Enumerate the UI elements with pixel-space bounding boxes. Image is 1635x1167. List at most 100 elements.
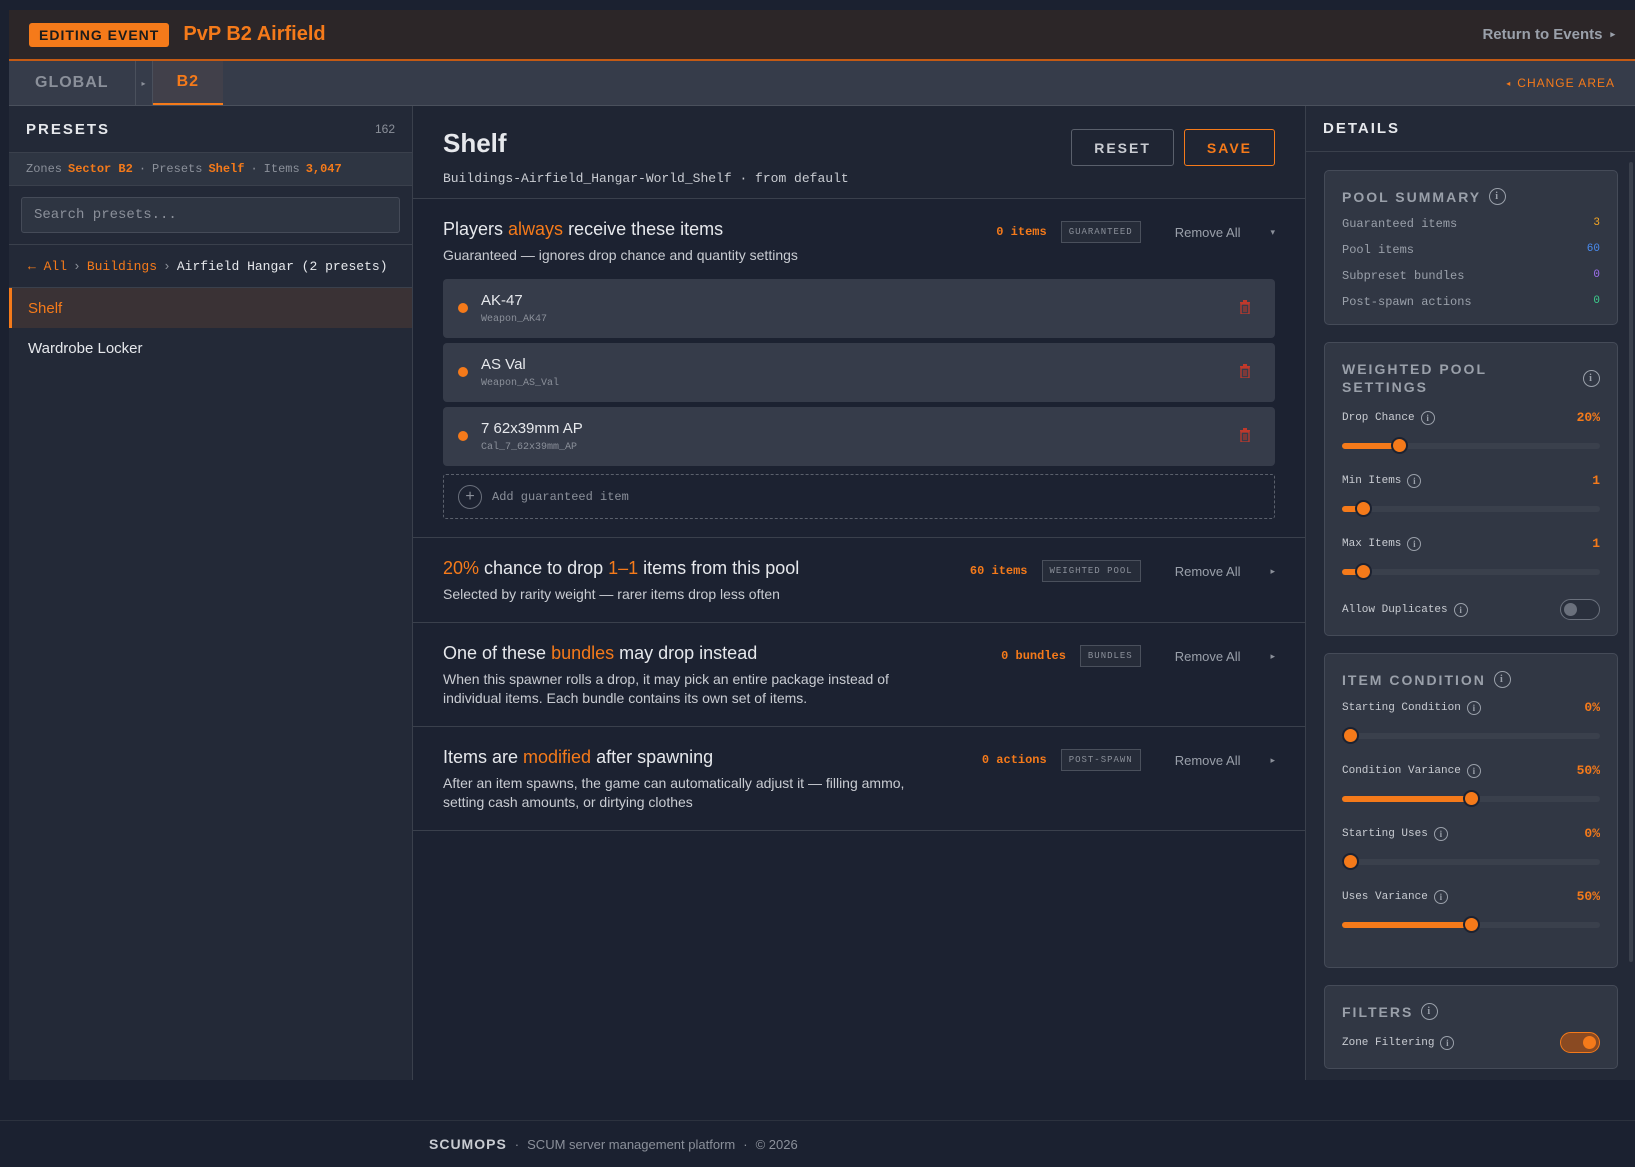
main-columns: PRESETS 162 Zones Sector B2 · Presets Sh…: [9, 106, 1635, 1080]
info-icon[interactable]: i: [1407, 536, 1422, 551]
chevron-right-icon[interactable]: ▸: [1270, 651, 1275, 662]
presets-header: PRESETS 162: [9, 106, 412, 152]
chevron-right-icon[interactable]: ▸: [1270, 566, 1275, 577]
details-scrollbar[interactable]: [1629, 162, 1633, 962]
reset-button[interactable]: RESET: [1071, 129, 1174, 166]
min-items-value: 1: [1592, 473, 1600, 488]
info-icon[interactable]: i: [1466, 700, 1481, 715]
return-to-events-link[interactable]: Return to Events ▸: [1482, 26, 1615, 43]
guaranteed-item[interactable]: AS Val Weapon_AS_Val: [443, 343, 1275, 402]
event-title: PvP B2 Airfield: [183, 23, 326, 45]
allow-duplicates-toggle[interactable]: [1560, 599, 1600, 620]
title-part: Players: [443, 219, 509, 239]
bundles-controls: 0 bundles BUNDLES Remove All ▸: [1001, 645, 1275, 667]
trash-icon[interactable]: [1239, 300, 1251, 314]
starting-uses-value: 0%: [1584, 826, 1600, 841]
slider-handle[interactable]: [1341, 853, 1359, 870]
item-dot-icon: [458, 367, 468, 377]
drop-chance-slider[interactable]: [1342, 437, 1600, 454]
condition-variance-value: 50%: [1576, 763, 1600, 778]
guaranteed-remove-all-button[interactable]: Remove All: [1175, 225, 1241, 240]
footer-brand: SCUMOPS: [429, 1136, 507, 1152]
footer-copyright: © 2026: [755, 1136, 798, 1152]
info-icon[interactable]: i: [1440, 1035, 1455, 1050]
info-icon[interactable]: i: [1421, 1003, 1439, 1020]
filters-card: FILTERS i Zone Filtering i: [1324, 985, 1618, 1069]
preset-item-wardrobe-locker[interactable]: Wardrobe Locker: [9, 328, 412, 368]
breadcrumb-separator: ›: [163, 258, 171, 274]
slider-handle[interactable]: [1463, 916, 1480, 933]
post-spawn-section[interactable]: Items are modified after spawning After …: [413, 727, 1305, 831]
pool-remove-all-button[interactable]: Remove All: [1175, 564, 1241, 579]
postspawn-tag: POST-SPAWN: [1060, 749, 1141, 771]
title-part: after spawning: [591, 747, 714, 767]
max-items-value: 1: [1592, 536, 1600, 551]
info-icon[interactable]: i: [1583, 369, 1600, 387]
uses-variance-value: 50%: [1576, 889, 1600, 904]
info-icon[interactable]: i: [1407, 473, 1422, 488]
summary-row: Post-spawn actions 0: [1342, 295, 1600, 309]
guaranteed-item[interactable]: AK-47 Weapon_AK47: [443, 279, 1275, 338]
breadcrumb-buildings-link[interactable]: Buildings: [87, 259, 157, 274]
title-part: Items are: [443, 747, 524, 767]
change-area-label: CHANGE AREA: [1517, 76, 1615, 90]
starting-uses-slider[interactable]: [1341, 853, 1600, 870]
slider-handle[interactable]: [1354, 500, 1372, 517]
allow-duplicates-row: Allow Duplicates i: [1342, 599, 1600, 620]
zone-filtering-toggle[interactable]: [1560, 1032, 1600, 1053]
details-panel: DETAILS POOL SUMMARY i Guaranteed items 3…: [1306, 106, 1635, 1080]
top-bar: EDITING EVENT PvP B2 Airfield Return to …: [9, 10, 1635, 61]
zone-filtering-row: Zone Filtering i: [1342, 1032, 1600, 1053]
area-tab-b2[interactable]: B2: [152, 61, 224, 105]
add-guaranteed-item-button[interactable]: + Add guaranteed item: [443, 474, 1275, 519]
weighted-pool-section[interactable]: 20% chance to drop 1–1 items from this p…: [413, 538, 1305, 623]
info-icon[interactable]: i: [1420, 410, 1435, 425]
uses-variance-slider[interactable]: [1342, 916, 1600, 933]
summary-row: Subpreset bundles 0: [1342, 269, 1600, 283]
editing-event-badge: EDITING EVENT: [29, 22, 170, 47]
trash-icon[interactable]: [1239, 428, 1251, 442]
starting-condition-slider[interactable]: [1341, 727, 1600, 744]
bundles-remove-all-button[interactable]: Remove All: [1175, 649, 1241, 664]
bundles-count: 0 bundles: [1001, 649, 1066, 663]
bundles-section[interactable]: One of these bundles may drop instead Wh…: [413, 623, 1305, 727]
return-to-events-label: Return to Events: [1482, 26, 1603, 43]
info-icon[interactable]: i: [1466, 763, 1481, 778]
max-items-slider[interactable]: [1342, 563, 1600, 580]
postspawn-remove-all-button[interactable]: Remove All: [1175, 753, 1241, 768]
guaranteed-item[interactable]: 7 62x39mm AP Cal_7_62x39mm_AP: [443, 407, 1275, 466]
card-title-text: WEIGHTED POOL SETTINGS: [1342, 361, 1487, 395]
setting-label: Starting Condition: [1342, 701, 1461, 714]
min-items-slider[interactable]: [1342, 500, 1600, 517]
preset-label: Shelf: [28, 299, 63, 317]
info-icon[interactable]: i: [1489, 188, 1507, 205]
search-presets-input[interactable]: [21, 197, 400, 233]
chevron-down-icon[interactable]: ▾: [1270, 227, 1275, 238]
chevron-right-icon[interactable]: ▸: [1270, 755, 1275, 766]
condition-variance-slider[interactable]: [1342, 790, 1600, 807]
info-icon[interactable]: i: [1453, 602, 1468, 617]
slider-handle[interactable]: [1354, 563, 1372, 580]
change-area-button[interactable]: ◂ CHANGE AREA: [1506, 61, 1635, 105]
trash-icon[interactable]: [1239, 364, 1251, 378]
save-button[interactable]: SAVE: [1183, 129, 1275, 166]
info-icon[interactable]: i: [1433, 889, 1448, 904]
slider-handle[interactable]: [1341, 727, 1359, 744]
preset-item-shelf[interactable]: Shelf: [9, 288, 412, 328]
zones-label: Zones: [26, 162, 63, 176]
slider-handle[interactable]: [1463, 790, 1480, 807]
summary-row: Pool items 60: [1342, 243, 1600, 257]
area-tab-global[interactable]: GLOBAL: [9, 61, 135, 105]
info-icon[interactable]: i: [1493, 671, 1511, 688]
info-icon[interactable]: i: [1433, 826, 1448, 841]
slider-handle[interactable]: [1390, 437, 1408, 454]
setting-label: Zone Filtering: [1342, 1036, 1435, 1049]
breadcrumb-all-link[interactable]: ← All: [28, 259, 67, 274]
guaranteed-count: 0 items: [996, 225, 1047, 239]
editor-header: Shelf Buildings-Airfield_Hangar-World_Sh…: [413, 106, 1305, 199]
arrow-right-icon: ▸: [1610, 29, 1615, 39]
starting-condition-label: Starting Condition i 0%: [1342, 700, 1600, 715]
toggle-knob: [1583, 1036, 1596, 1049]
footer-dot: ·: [743, 1136, 748, 1152]
setting-label: Condition Variance: [1342, 764, 1461, 777]
